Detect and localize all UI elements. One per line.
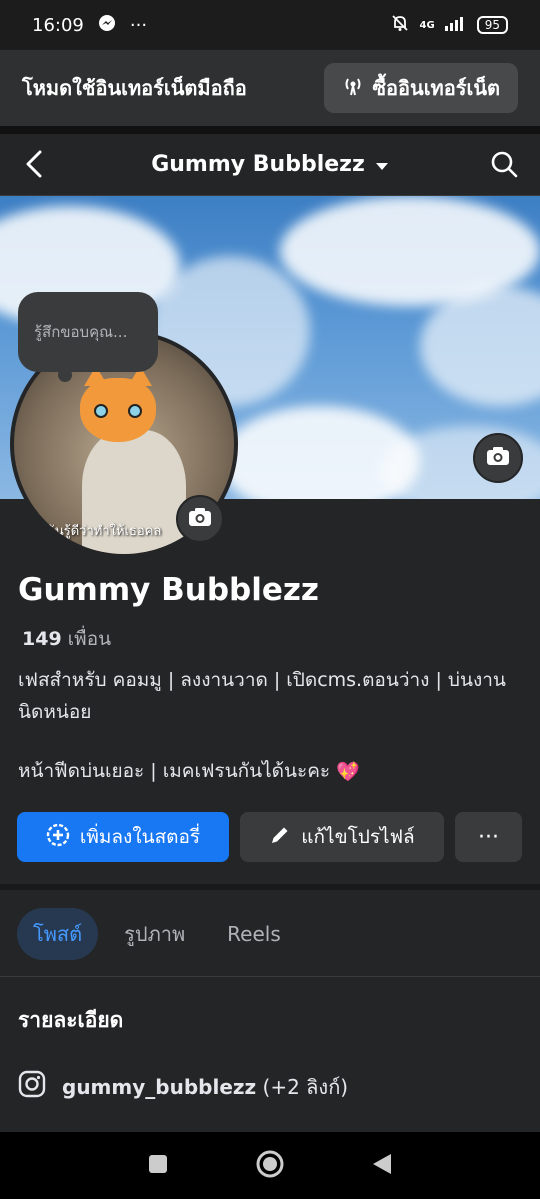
- friends-number: 149: [22, 628, 62, 650]
- mobile-data-banner: โหมดใช้อินเทอร์เน็ตมือถือ ซื้ออินเทอร์เน…: [0, 50, 540, 126]
- add-to-story-button[interactable]: เพิ่มลงในสตอรี่: [17, 812, 229, 862]
- details-heading: รายละเอียด: [18, 1008, 124, 1032]
- instagram-handle[interactable]: gummy_bubblezz: [62, 1075, 256, 1099]
- edit-profile-label: แก้ไขโปรไฟล์: [301, 826, 415, 848]
- edit-avatar-camera-button[interactable]: [176, 495, 224, 543]
- profile-actions: เพิ่มลงในสตอรี่ แก้ไขโปรไฟล์ ···: [17, 812, 522, 862]
- avatar-caption: ฉันรู้ดีว่าทำให้เธอคล: [46, 524, 162, 539]
- page-title: Gummy Bubblezz: [151, 152, 365, 177]
- edit-profile-button[interactable]: แก้ไขโปรไฟล์: [240, 812, 444, 862]
- profile-header-bar: Gummy Bubblezz: [0, 134, 540, 196]
- tab-posts[interactable]: โพสต์: [17, 908, 99, 960]
- back-arrow-icon[interactable]: [22, 148, 48, 184]
- battery-icon: 95: [476, 16, 508, 34]
- home-circle-icon[interactable]: [255, 1149, 285, 1183]
- note-text: รู้สึกขอบคุณ...: [34, 323, 128, 341]
- signal-icon: [444, 15, 467, 36]
- tab-reels[interactable]: Reels: [211, 908, 297, 960]
- caret-down-icon: [375, 152, 389, 177]
- more-options-button[interactable]: ···: [455, 812, 522, 862]
- mobile-data-label: โหมดใช้อินเทอร์เน็ตมือถือ: [22, 76, 247, 100]
- search-icon[interactable]: [490, 150, 518, 182]
- add-to-story-label: เพิ่มลงในสตอรี่: [79, 826, 201, 848]
- profile-switcher[interactable]: Gummy Bubblezz: [151, 152, 389, 177]
- buy-internet-button[interactable]: ซื้ออินเทอร์เน็ต: [324, 63, 518, 113]
- bio-line-2: หน้าฟีดบ่นเยอะ | เมคเฟรนกันได้นะคะ: [18, 760, 331, 782]
- status-bar: 16:09 ··· 4G 95: [0, 0, 540, 50]
- more-dots-icon: ···: [478, 824, 499, 850]
- camera-icon: [188, 507, 212, 531]
- back-triangle-icon[interactable]: [371, 1152, 393, 1180]
- cat-face-sticker: [80, 366, 156, 442]
- friends-count[interactable]: 149 เพื่อน: [22, 624, 111, 654]
- recents-square-icon[interactable]: [147, 1153, 169, 1179]
- pencil-icon: [269, 824, 291, 851]
- edit-cover-camera-button[interactable]: [473, 433, 523, 483]
- bio-line-2-row: หน้าฟีดบ่นเยอะ | เมคเฟรนกันได้นะคะ 💖: [18, 756, 360, 786]
- tabs-divider: [0, 976, 540, 977]
- note-bubble-tail: [58, 368, 72, 382]
- tab-photos[interactable]: รูปภาพ: [108, 908, 201, 960]
- system-nav-bar: [0, 1132, 540, 1199]
- buy-internet-label: ซื้ออินเทอร์เน็ต: [372, 76, 500, 100]
- more-dots-icon: ···: [129, 14, 148, 36]
- network-type: 4G: [419, 19, 435, 31]
- separator: [0, 126, 540, 134]
- instagram-link-row[interactable]: gummy_bubblezz (+2 ลิงก์): [18, 1070, 348, 1103]
- heart-emoji: 💖: [336, 760, 360, 783]
- profile-name: Gummy Bubblezz: [18, 572, 319, 608]
- mute-bell-icon: [390, 13, 410, 38]
- note-bubble[interactable]: รู้สึกขอบคุณ...: [18, 292, 158, 372]
- instagram-icon: [18, 1070, 46, 1103]
- messenger-icon: [98, 14, 116, 37]
- bio-line-1: เฟสสำหรับ คอมมู | ลงงานวาด | เปิดcms.ตอน…: [18, 669, 506, 723]
- profile-tabs: โพสต์ รูปภาพ Reels: [17, 908, 297, 960]
- friends-label: เพื่อน: [67, 628, 112, 650]
- clock: 16:09: [32, 14, 84, 36]
- section-divider: [0, 884, 540, 890]
- plus-circle-icon: [46, 823, 70, 852]
- camera-icon: [486, 446, 510, 470]
- antenna-icon: [342, 75, 364, 102]
- extra-links[interactable]: (+2 ลิงก์): [263, 1075, 349, 1099]
